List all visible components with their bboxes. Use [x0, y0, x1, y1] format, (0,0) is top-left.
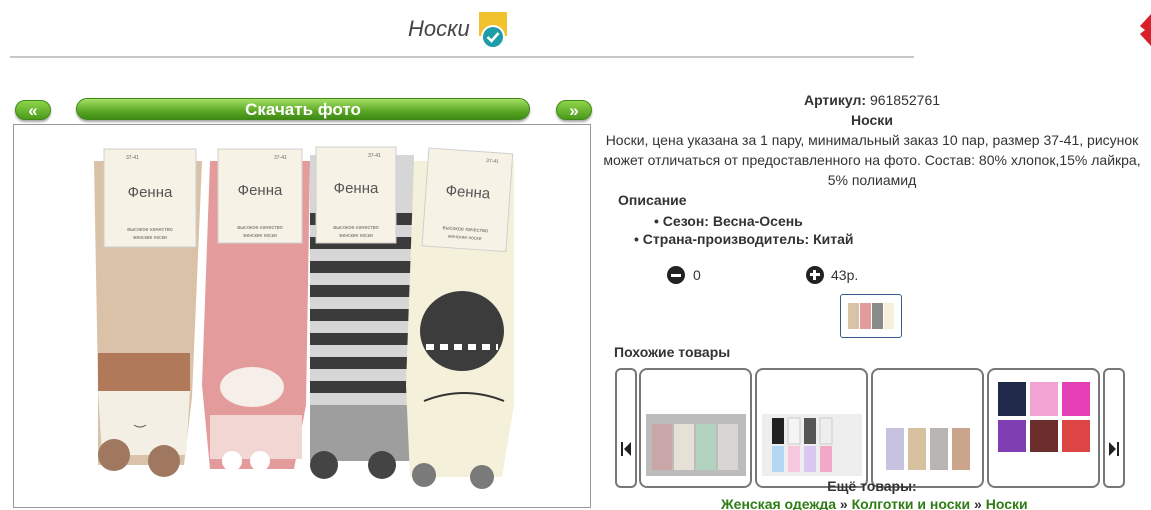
carousel-prev-button[interactable]	[615, 368, 637, 488]
svg-text:37-41: 37-41	[274, 155, 287, 161]
svg-text:Фенна: Фенна	[445, 182, 491, 202]
price: 43р.	[831, 267, 859, 283]
article-line: Артикул: 961852761	[593, 90, 1151, 110]
download-photo-button[interactable]: Скачать фото	[76, 98, 530, 120]
svg-text:женские носки: женские носки	[133, 235, 167, 241]
breadcrumb: Женская одежда » Колготки и носки » Носк…	[721, 496, 1028, 510]
quantity-value: 0	[693, 267, 701, 283]
similar-product-card[interactable]	[987, 368, 1100, 488]
similar-product-card[interactable]	[755, 368, 868, 488]
tag-3: Фенна 37-41 высокое качество женские нос…	[315, 146, 397, 244]
article-value: 961852761	[869, 92, 941, 108]
tag-1: Фенна 37-41 высокое качество женские нос…	[103, 148, 197, 248]
page-title: Носки	[408, 16, 470, 41]
breadcrumb-separator: »	[839, 496, 848, 510]
prev-photo-button[interactable]: «	[15, 100, 51, 120]
svg-text:Фенна: Фенна	[128, 184, 173, 201]
svg-text:37-41: 37-41	[486, 158, 499, 165]
product-photo: Фенна 37-41 высокое качество женские нос…	[13, 124, 591, 508]
breadcrumb-link-socks[interactable]: Носки	[986, 496, 1028, 510]
svg-text:женские носки: женские носки	[339, 233, 373, 239]
decrease-quantity-button[interactable]	[667, 266, 685, 284]
close-icon[interactable]	[1137, 14, 1151, 46]
skip-back-icon	[621, 442, 631, 456]
breadcrumb-link-tights-socks[interactable]: Колготки и носки	[852, 496, 971, 510]
svg-text:высокое качество: высокое качество	[127, 227, 172, 233]
svg-text:высокое качество: высокое качество	[333, 225, 378, 231]
svg-text:37-41: 37-41	[126, 155, 139, 161]
svg-text:37-41: 37-41	[368, 153, 381, 159]
tag-4: Фенна 37-41 высокое качество женские нос…	[421, 147, 514, 253]
breadcrumb-link-women-clothing[interactable]: Женская одежда	[721, 496, 836, 510]
description-heading: Описание	[618, 192, 687, 208]
article-label: Артикул:	[803, 92, 867, 108]
product-description: Носки, цена указана за 1 пару, минимальн…	[603, 132, 1141, 188]
next-photo-button[interactable]: »	[556, 100, 592, 120]
property-item: • Сезон: Весна-Осень	[654, 213, 803, 229]
more-products-title: Ещё товары:	[827, 478, 917, 494]
tag-2: Фенна 37-41 высокое качество женские нос…	[217, 148, 303, 244]
carousel-next-button[interactable]	[1103, 368, 1125, 488]
property-item: • Страна-производитель: Китай	[634, 231, 854, 247]
selected-photo-thumbnail[interactable]	[840, 294, 902, 338]
breadcrumb-separator: »	[974, 496, 982, 510]
svg-text:Фенна: Фенна	[238, 182, 283, 199]
product-info: Артикул: 961852761 Носки Носки, цена ука…	[593, 90, 1151, 510]
svg-text:высокое качество: высокое качество	[237, 225, 282, 231]
product-name: Носки	[851, 112, 893, 128]
similar-products-title: Похожие товары	[614, 344, 731, 360]
similar-product-card[interactable]	[639, 368, 752, 488]
increase-quantity-button[interactable]	[806, 266, 824, 284]
skip-forward-icon	[1109, 442, 1119, 456]
verified-badge-icon	[479, 12, 507, 49]
similar-product-card[interactable]	[871, 368, 984, 488]
svg-text:Фенна: Фенна	[334, 180, 379, 197]
svg-text:женские носки: женские носки	[243, 233, 277, 239]
property-list: • Сезон: Весна-Осень • Страна-производит…	[618, 212, 854, 248]
